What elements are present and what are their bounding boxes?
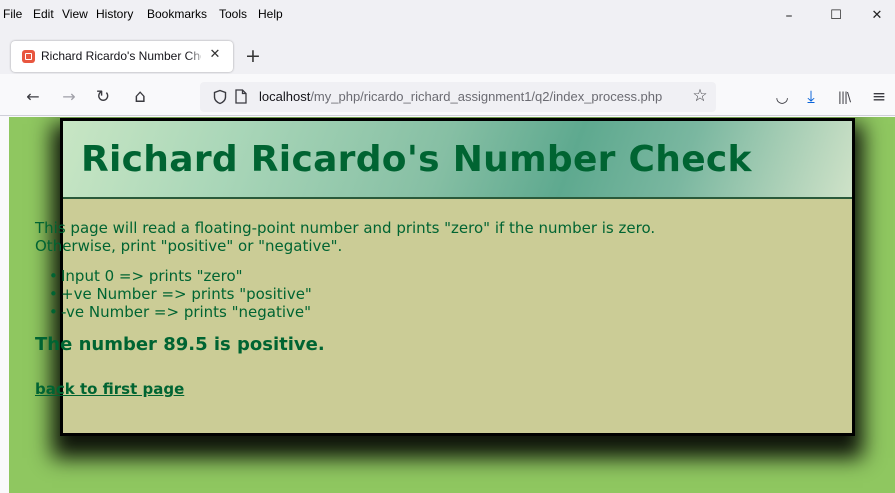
reload-button[interactable]: ↻	[94, 88, 112, 106]
pocket-icon[interactable]: ◡	[772, 87, 792, 107]
favicon-icon	[22, 50, 35, 63]
menu-tools[interactable]: Tools	[219, 7, 247, 21]
menu-bar	[0, 0, 895, 30]
maximize-button[interactable]: ☐	[826, 6, 846, 26]
library-icon[interactable]: |||\	[834, 87, 854, 107]
menu-edit[interactable]: Edit	[33, 7, 54, 21]
page-title: Richard Ricardo's Number Check	[81, 139, 752, 180]
tab-title: Richard Ricardo's Number Check	[41, 49, 201, 63]
home-button[interactable]: ⌂	[131, 88, 149, 106]
list-item: -ve Number => prints "negative"	[49, 303, 755, 321]
menu-bookmarks[interactable]: Bookmarks	[147, 7, 207, 21]
url-host: localhost	[259, 89, 311, 104]
url-text[interactable]: localhost/my_php/ricardo_richard_assignm…	[259, 89, 662, 104]
menu-help[interactable]: Help	[258, 7, 283, 21]
tab-close-icon[interactable]: ✕	[207, 46, 223, 64]
back-to-first-page-link[interactable]: back to first page	[35, 380, 184, 398]
result-message: The number 89.5 is positive.	[35, 334, 325, 355]
shield-icon[interactable]	[212, 89, 228, 105]
card-body: This page will read a floating-point num…	[35, 219, 755, 398]
url-path: /my_php/ricardo_richard_assignment1/q2/i…	[310, 89, 663, 104]
menu-view[interactable]: View	[62, 7, 88, 21]
page-viewport: Richard Ricardo's Number Check This page…	[9, 117, 895, 493]
list-item: +ve Number => prints "positive"	[49, 285, 755, 303]
page-info-icon[interactable]	[235, 89, 247, 104]
minimize-button[interactable]: –	[779, 6, 799, 26]
menu-history[interactable]: History	[96, 7, 133, 21]
bookmark-star-icon[interactable]: ☆	[691, 86, 709, 106]
menu-file[interactable]: File	[3, 7, 22, 21]
intro-text: This page will read a floating-point num…	[35, 219, 656, 255]
close-window-button[interactable]: ✕	[867, 6, 887, 26]
tab-title-fade	[186, 44, 208, 68]
card-header: Richard Ricardo's Number Check	[63, 121, 852, 199]
rules-list: Input 0 => prints "zero" +ve Number => p…	[49, 267, 755, 321]
back-button[interactable]: ←	[24, 88, 42, 106]
download-icon[interactable]: ⤓	[801, 87, 821, 107]
app-menu-icon[interactable]: ≡	[869, 87, 889, 107]
forward-button[interactable]: →	[60, 88, 78, 106]
list-item: Input 0 => prints "zero"	[49, 267, 755, 285]
new-tab-button[interactable]: +	[243, 45, 263, 67]
